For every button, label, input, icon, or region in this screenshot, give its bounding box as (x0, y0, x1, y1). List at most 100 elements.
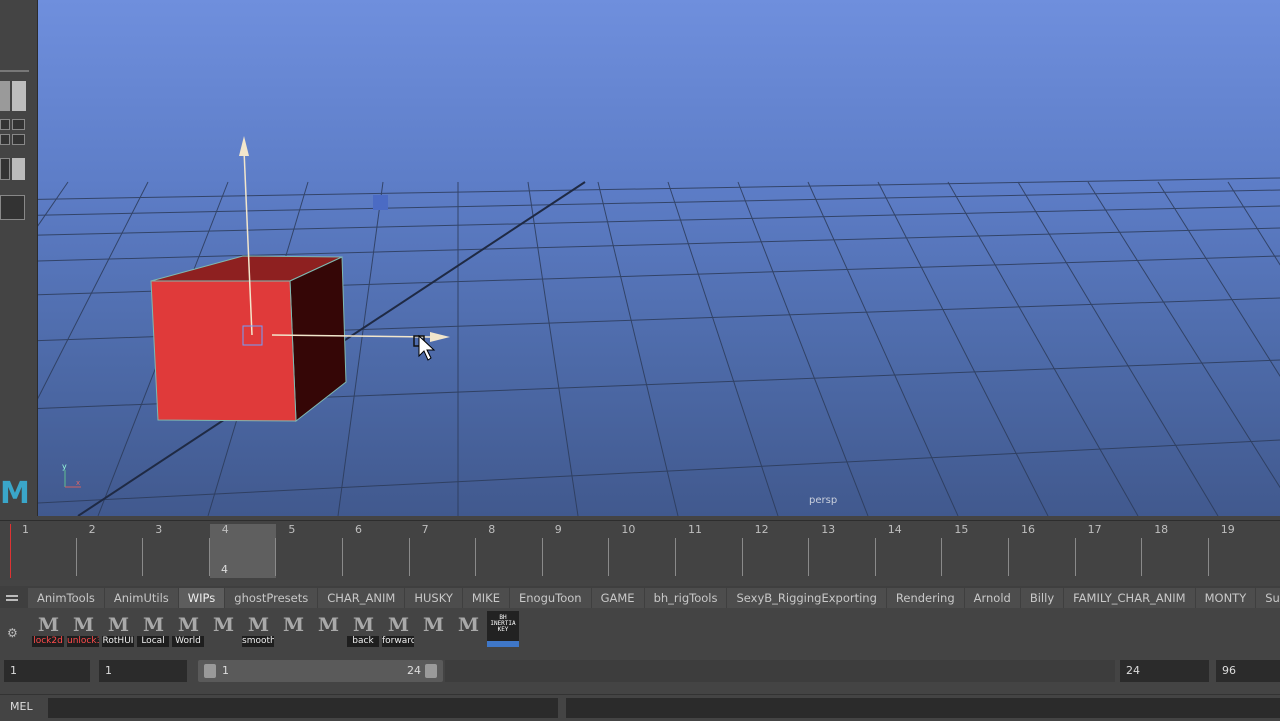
shelf-tab-animutils[interactable]: AnimUtils (104, 588, 178, 608)
shelf-button-back[interactable]: Mback (347, 611, 379, 647)
frame-tick-label: 8 (488, 523, 496, 536)
shelf-button-label: forwarc (382, 636, 414, 647)
shelf-tab-arnold[interactable]: Arnold (964, 588, 1020, 608)
shelf-tab-family-char-anim[interactable]: FAMILY_CHAR_ANIM (1064, 588, 1195, 608)
maya-script-icon: M (318, 614, 340, 636)
shelf-tab-mike[interactable]: MIKE (462, 588, 509, 608)
cube-object[interactable] (150, 255, 347, 422)
frame-tick (741, 538, 743, 576)
current-frame-marker[interactable]: 4 (210, 524, 276, 578)
outliner-icon[interactable] (0, 195, 25, 220)
range-slider-start: 1 (222, 664, 229, 677)
range-slider-bar: 1 1 1 24 24 96 (0, 656, 1280, 686)
shelf-button-forwarc[interactable]: Mforwarc (382, 611, 414, 647)
layout-quad2-icon[interactable] (12, 134, 25, 145)
bh-inertia-key-label: BH INERTIA KEY (490, 614, 516, 633)
command-input[interactable] (48, 698, 558, 718)
range-start-handle[interactable] (204, 664, 216, 678)
frame-tick (475, 538, 477, 576)
shelf-menu-icon[interactable] (6, 595, 18, 601)
shelf-tabs: AnimTools AnimUtils WIPs ghostPresets CHAR_A… (28, 588, 1280, 608)
shelf-tab-char-anim[interactable]: CHAR_ANIM (318, 588, 405, 608)
maya-script-icon: M (458, 614, 480, 636)
shelf-button-unlock3[interactable]: Munlock3 (67, 611, 99, 647)
shelf-button-area: ⚙ Mlock2d Munlock3 M RotHUI M Local M World M Msm… (0, 608, 1280, 652)
frame-tick-label: 18 (1154, 523, 1169, 536)
bh-inertia-key-button[interactable]: BH INERTIA KEY (487, 611, 519, 647)
frame-tick (608, 538, 610, 576)
shelf-button-label: unlock3 (67, 636, 99, 647)
shelf-button-label: smooth (242, 636, 274, 647)
frame-tick-label: 17 (1087, 523, 1102, 536)
frame-tick (1008, 538, 1009, 576)
frame-tick-label: 7 (421, 523, 429, 536)
shelf-button-12[interactable]: M (452, 611, 484, 647)
frame-tick-label: 16 (1021, 523, 1035, 536)
shelf-tab-ghostpresets[interactable]: ghostPresets (225, 588, 318, 608)
command-line: MEL (0, 694, 1280, 721)
frame-tick (675, 538, 676, 576)
maya-script-icon: M (388, 614, 410, 636)
playhead[interactable] (10, 524, 11, 578)
shelf-tab-rendering[interactable]: Rendering (886, 588, 964, 608)
gear-icon[interactable]: ⚙ (7, 627, 18, 639)
time-slider[interactable]: 4 1 2 3 4 5 6 7 8 9 10 11 12 13 14 15 16 17 18 19 (0, 520, 1280, 580)
shelf-button-label: World (172, 636, 204, 647)
frame-tick (142, 538, 144, 576)
left-toolbox: M (0, 0, 38, 516)
shelf-button-label: RotHUI (102, 636, 134, 647)
maya-script-icon: M (283, 614, 305, 636)
playback-start-field[interactable]: 1 (99, 660, 187, 682)
shelf-tab-husky[interactable]: HUSKY (405, 588, 462, 608)
frame-tick (208, 538, 210, 576)
panel-add-icon[interactable] (0, 158, 10, 180)
frame-tick (1074, 538, 1076, 576)
shelf-button-world[interactable]: M World (172, 611, 204, 647)
shelf-tab-sub[interactable]: Sub (1256, 588, 1280, 608)
layout-dropdown-icon[interactable] (12, 119, 25, 130)
shelf-tab-enogutoon[interactable]: EnoguToon (509, 588, 591, 608)
frame-tick (342, 538, 343, 576)
frame-tick-label: 2 (88, 523, 96, 536)
shelf-button-8[interactable]: M (312, 611, 344, 647)
bh-button-highlight (487, 641, 519, 647)
end-time-field[interactable]: 96 (1216, 660, 1280, 682)
frame-tick-label: 3 (155, 523, 163, 536)
axis-gizmo: y x (62, 462, 81, 488)
light-locator[interactable] (373, 195, 388, 210)
shelf-button-5[interactable]: M (207, 611, 239, 647)
layout-grid-icon[interactable] (0, 119, 10, 130)
layout-two-pane-button[interactable] (12, 81, 26, 111)
maya-script-icon: M (353, 614, 375, 636)
start-time-field[interactable]: 1 (4, 660, 90, 682)
shelf-tab-bh-rigtools[interactable]: bh_rigTools (644, 588, 727, 608)
layout-quad-icon[interactable] (0, 134, 10, 145)
shelf-tab-bar: AnimTools AnimUtils WIPs ghostPresets CHAR_A… (0, 586, 1280, 608)
command-mode-label[interactable]: MEL (10, 700, 33, 713)
frame-tick-label: 10 (621, 523, 636, 536)
shelf-tab-animtools[interactable]: AnimTools (28, 588, 104, 608)
shelf-button-local[interactable]: M Local (137, 611, 169, 647)
shelf-tab-wips[interactable]: WIPs (178, 588, 225, 608)
shelf-tab-sexyb-riggingexporting[interactable]: SexyB_RiggingExporting (727, 588, 886, 608)
frame-tick-label: 5 (288, 523, 296, 536)
toolbox-divider (0, 70, 29, 72)
shelf-tab-billy[interactable]: Billy (1020, 588, 1064, 608)
shelf-button-lock2d[interactable]: Mlock2d (32, 611, 64, 647)
range-end-handle[interactable] (425, 664, 437, 678)
shelf-button-rothui[interactable]: M RotHUI (102, 611, 134, 647)
shelf-button-7[interactable]: M (277, 611, 309, 647)
playback-end-field[interactable]: 24 (1120, 660, 1209, 682)
layout-single-pane-button[interactable] (0, 81, 10, 111)
shelf-tab-monty[interactable]: MONTY (1195, 588, 1256, 608)
frame-tick (541, 538, 543, 576)
range-slider[interactable]: 1 24 (198, 660, 443, 682)
shelf-button-11[interactable]: M (417, 611, 449, 647)
viewport-persp[interactable]: y x persp (38, 0, 1280, 516)
shelf-tab-game[interactable]: GAME (591, 588, 644, 608)
shelf-button-smooth[interactable]: Msmooth (242, 611, 274, 647)
frame-tick (941, 538, 943, 576)
frame-tick-label: 1 (22, 523, 29, 536)
panel-dropdown-icon[interactable] (12, 158, 25, 180)
shelf-button-label: back (347, 636, 379, 647)
